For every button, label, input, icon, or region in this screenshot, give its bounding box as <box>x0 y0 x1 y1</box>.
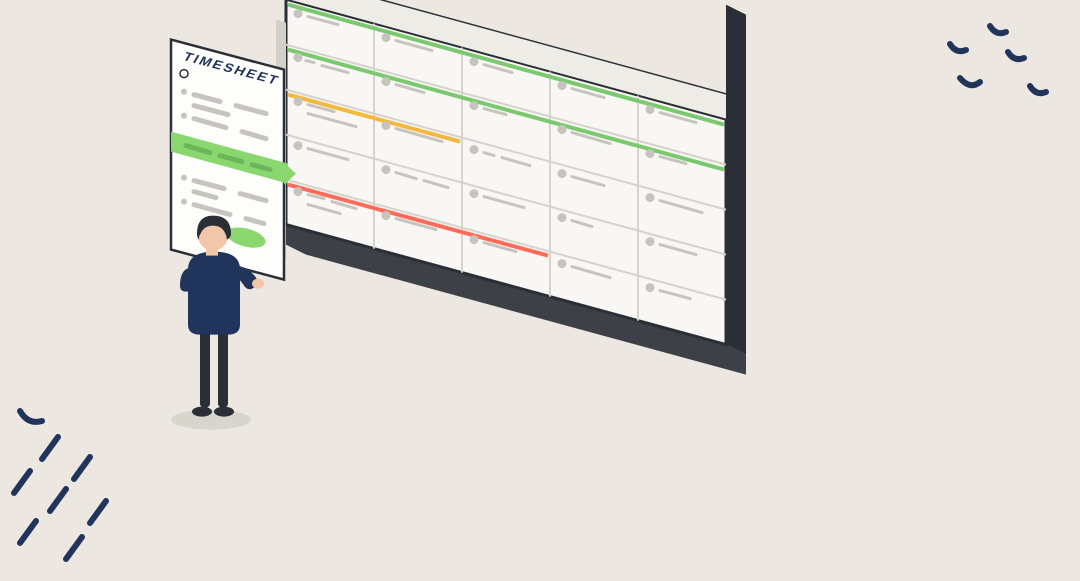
calendar-window <box>286 0 746 374</box>
deco-dashes-bottom-left <box>0 381 180 581</box>
timesheet-panel: TIMESHEET <box>171 19 296 279</box>
deco-dashes-top-right <box>890 8 1080 128</box>
illustration-scene: TIMESHEET <box>156 0 796 499</box>
